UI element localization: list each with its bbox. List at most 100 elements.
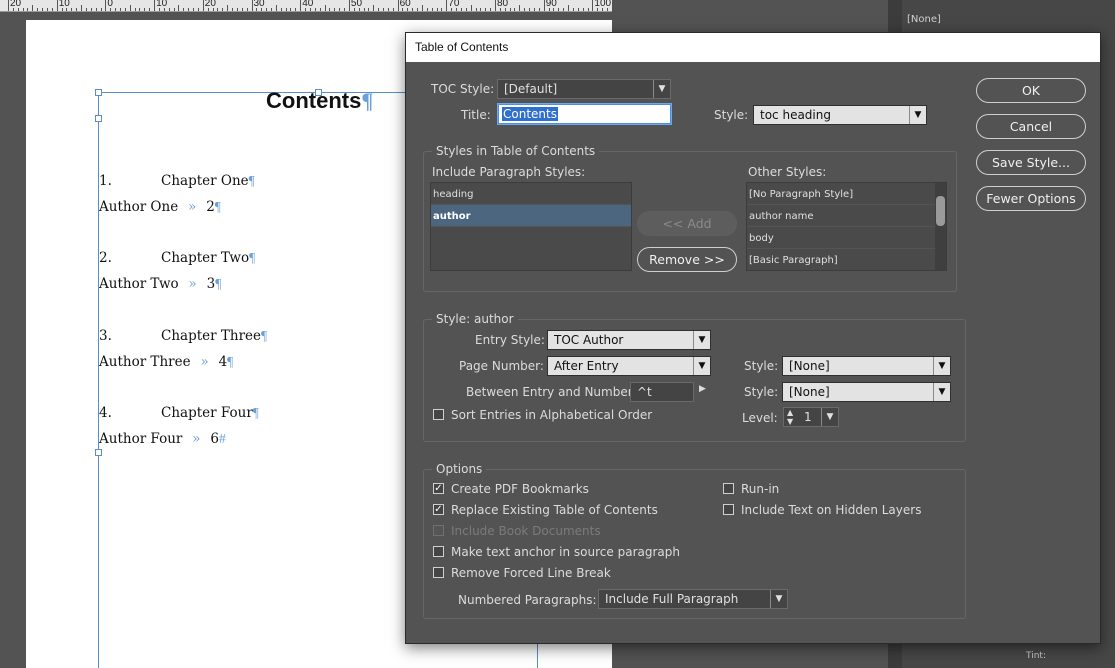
between-entry-input[interactable]: ^t <box>630 382 694 402</box>
ruler-tick <box>85 8 87 11</box>
chapter-title: Chapter Three <box>161 327 262 344</box>
panel-none-label: [None] <box>907 14 941 25</box>
page-number-style-dropdown[interactable]: [None] ▼ <box>782 356 951 376</box>
ruler-tick <box>149 8 151 11</box>
ruler-tick <box>76 8 78 11</box>
remove-break-label: Remove Forced Line Break <box>451 566 611 580</box>
run-in-checkbox[interactable] <box>723 483 734 494</box>
cancel-button[interactable]: Cancel <box>976 114 1086 139</box>
list-item[interactable]: heading <box>431 183 631 205</box>
make-anchor-checkbox[interactable] <box>433 546 444 557</box>
include-styles-label: Include Paragraph Styles: <box>432 165 586 179</box>
ruler-tick <box>324 5 326 11</box>
title-style-dropdown[interactable]: toc heading ▼ <box>753 105 927 125</box>
frame-handle-left-middle[interactable] <box>95 449 102 456</box>
ruler-tick <box>519 5 521 11</box>
ruler-tick <box>212 8 214 11</box>
tab-glyph: » <box>188 276 197 293</box>
author-name: Author Two <box>99 276 179 293</box>
ruler-tick <box>480 8 482 11</box>
page-number-dropdown[interactable]: After Entry ▼ <box>547 356 711 376</box>
tab-glyph: » <box>200 353 209 370</box>
list-item[interactable]: [Basic Paragraph] <box>747 249 946 270</box>
ruler-tick <box>421 5 423 11</box>
entry-style-group-label: Style: author <box>432 312 518 326</box>
page-number: 4 <box>218 353 228 370</box>
ruler-tick <box>524 8 526 11</box>
list-item[interactable]: author name <box>747 205 946 227</box>
dialog-title: Table of Contents <box>406 33 1100 62</box>
ruler-tick <box>548 8 550 11</box>
include-book-checkbox <box>433 525 444 536</box>
ruler-tick <box>392 8 394 11</box>
hidden-layers-checkbox[interactable] <box>723 504 734 515</box>
remove-button[interactable]: Remove >> <box>637 247 737 272</box>
ruler-tick <box>110 8 112 11</box>
title-input[interactable]: Contents <box>498 104 671 124</box>
numbered-paragraphs-dropdown[interactable]: Include Full Paragraph ▼ <box>598 589 788 609</box>
ruler-label: 50 <box>350 0 363 9</box>
list-item[interactable]: [No Paragraph Style] <box>747 183 946 205</box>
ruler-tick <box>436 8 438 11</box>
replace-toc-checkbox[interactable]: ✓ <box>433 504 444 515</box>
sort-alpha-label: Sort Entries in Alphabetical Order <box>451 408 653 422</box>
save-style-button[interactable]: Save Style... <box>976 150 1086 175</box>
ruler-tick <box>402 8 404 11</box>
ruler-tick <box>32 5 34 11</box>
list-item-selected[interactable]: author <box>431 205 631 227</box>
ruler-tick <box>61 8 63 11</box>
ruler-tick <box>8 0 9 11</box>
author-name: Author Three <box>99 353 191 370</box>
ruler-tick <box>348 0 350 11</box>
ruler-tick <box>387 8 389 11</box>
entry-style-dropdown[interactable]: TOC Author ▼ <box>547 330 711 350</box>
ruler-tick <box>597 8 599 11</box>
ruler-tick <box>270 8 272 11</box>
ruler-tick <box>451 8 453 11</box>
ruler-tick <box>144 8 146 11</box>
fewer-options-button[interactable]: Fewer Options <box>976 186 1086 211</box>
level-stepper[interactable]: ▲ ▼ 1 ▼ <box>783 407 839 427</box>
ruler-tick <box>446 0 448 11</box>
ruler-tick <box>339 8 341 11</box>
ruler-tick <box>197 8 199 11</box>
ruler-tick <box>485 8 487 11</box>
chevron-down-icon: ▼ <box>653 80 670 98</box>
ruler-tick <box>353 8 355 11</box>
ruler-tick <box>602 8 604 11</box>
options-group-label: Options <box>432 462 487 476</box>
ruler-label: 20 <box>10 0 22 9</box>
toc-style-label: TOC Style: <box>431 82 495 96</box>
toc-style-dropdown[interactable]: [Default] ▼ <box>497 79 671 99</box>
ruler-tick <box>456 8 458 11</box>
pilcrow: ¶ <box>252 404 259 420</box>
ruler-tick <box>334 8 336 11</box>
ruler-tick <box>188 8 190 11</box>
ruler-tick <box>300 0 302 11</box>
ruler-tick <box>158 8 160 11</box>
between-style-dropdown[interactable]: [None] ▼ <box>782 382 951 402</box>
ruler-tick <box>163 8 165 11</box>
ok-button[interactable]: OK <box>976 78 1086 103</box>
list-item[interactable]: body <box>747 227 946 249</box>
toc-entry-author: Author Four » 6# <box>99 431 226 447</box>
remove-break-checkbox[interactable] <box>433 567 444 578</box>
sort-alpha-checkbox[interactable] <box>433 409 444 420</box>
table-of-contents-dialog: Table of Contents TOC Style: [Default] ▼ … <box>405 32 1101 644</box>
triangle-right-icon[interactable]: ▶ <box>699 384 706 394</box>
ruler-tick <box>431 8 433 11</box>
frame-in-port[interactable] <box>95 115 102 122</box>
toc-entry-chapter: 3. Chapter Three¶ <box>99 328 267 344</box>
stepper-arrows-icon[interactable]: ▲ ▼ <box>787 408 793 426</box>
page-number: 3 <box>206 276 216 293</box>
other-styles-scrollbar[interactable] <box>935 183 946 270</box>
ruler-tick <box>120 8 121 11</box>
ruler-tick <box>344 8 346 11</box>
ruler-label: 10 <box>58 0 70 9</box>
scrollbar-thumb[interactable] <box>936 196 945 226</box>
add-button[interactable]: << Add <box>637 211 737 236</box>
ruler-tick <box>363 8 365 11</box>
frame-handle-top-left[interactable] <box>95 89 102 96</box>
ruler-tick <box>295 8 297 11</box>
create-pdf-checkbox[interactable]: ✓ <box>433 483 444 494</box>
